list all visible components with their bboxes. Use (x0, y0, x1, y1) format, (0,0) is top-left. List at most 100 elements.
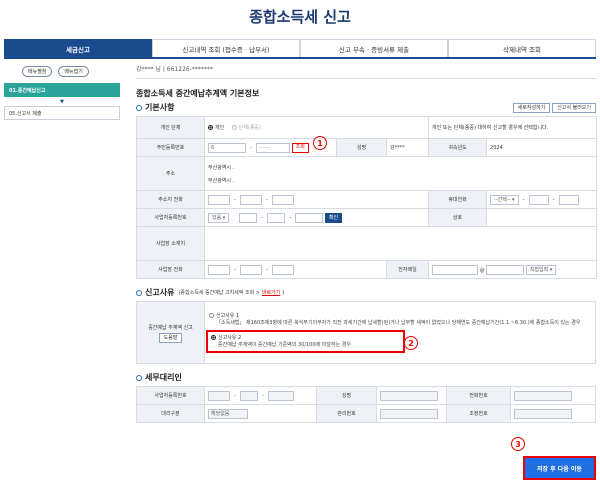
chevron-down-icon: ▾ (549, 266, 553, 273)
tab-attachments[interactable]: 신고 부속 · 증빙서류 제출 (300, 39, 448, 57)
callout-badge-1: 1 (313, 136, 327, 150)
step-arrow-icon: ▼ (60, 99, 64, 105)
help-button[interactable]: 도움말 (158, 333, 183, 343)
radio-individual[interactable] (208, 125, 213, 130)
rrn-label: 주민등록번호 (136, 138, 205, 157)
reason-table: 중간예납 추계액 신고 도움말 신고사유 1 「소득세법」 제160조제3항에 … (136, 301, 596, 364)
email-at: @ (479, 267, 485, 273)
reason2-highlight: 신고사유 2 중간예납 추계액이 중간예납 기준액의 30/100에 미달하는 … (206, 330, 405, 353)
bizno-3[interactable] (295, 212, 324, 223)
sidebar-step-interim[interactable]: 01.중간예납신고 (4, 83, 120, 97)
reason1-text: 「소득세법」 제160조제3항에 따른 복식부기의무자가 직전 과세기간에 납세… (216, 320, 581, 326)
agent-type-label: 대리구분 (136, 404, 205, 423)
biz-location-value (203, 226, 598, 261)
bizno-select[interactable]: 있음 ▾ (208, 212, 230, 223)
menu-collapse-button[interactable]: 메뉴접기 (58, 66, 89, 77)
radio-reason-2[interactable] (211, 335, 216, 340)
radio-group[interactable] (231, 125, 237, 130)
email-domain-select[interactable]: 직접입력 ▾ (525, 264, 557, 275)
user-name: 강**** 님 (136, 66, 161, 73)
home-phone-label: 주소지 전화 (136, 190, 205, 209)
agent-type-field: 해당없음 (208, 408, 248, 419)
agent-phone-label: 전화번호 (446, 386, 511, 405)
rrn-first-input[interactable]: 6 (208, 142, 246, 153)
year-label: 귀속년도 (428, 138, 488, 157)
form-title: 종합소득세 중간예납추계액 기본정보 (136, 89, 260, 98)
individual-note: 개인 또는 단체(종중) 대하여 신고할 경우에 선택합니다. (428, 116, 598, 139)
section-bullet-icon (136, 289, 142, 296)
page-title: 종합소득세 신고 (249, 8, 351, 26)
agent-phone-field (514, 390, 572, 401)
biz-location-label: 사업장 소재지 (136, 226, 205, 261)
user-id-number: 661226-******* (166, 66, 213, 73)
callout-badge-3: 3 (511, 437, 525, 451)
agent-name-label: 성명 (316, 386, 377, 405)
rrn-lookup-button[interactable]: 조회 (291, 142, 309, 153)
home-phone-3[interactable] (272, 194, 294, 205)
bizno-label: 사업자등록번호 (136, 208, 205, 227)
agent-name-field (380, 390, 438, 401)
bizno-confirm-button[interactable]: 확인 (324, 212, 343, 223)
bizno-1[interactable] (239, 212, 258, 223)
biz-phone-1[interactable] (208, 264, 230, 275)
agent-bizno-3 (268, 390, 294, 401)
agent-adjust-label: 조정번호 (446, 404, 511, 423)
agent-mgmt-field (380, 408, 438, 419)
main-content: 강**** 님 | 661226-******* 종합소득세 중간예납추계액 기… (136, 64, 598, 423)
reason-section-title: 신고사유 (종합소득세 중간예납 고지세액 조회 > 바로가기 ) (136, 287, 284, 298)
menu-expand-button[interactable]: 메뉴펼침 (22, 66, 53, 77)
trade-name-value (486, 208, 598, 227)
section-bullet-icon (136, 374, 142, 381)
email-domain-input[interactable] (486, 264, 525, 275)
tab-tax-filing[interactable]: 세금신고 (4, 39, 152, 57)
email-id-input[interactable] (432, 264, 479, 275)
biz-phone-label: 사업장 전화 (136, 260, 205, 279)
reason-sub-note: (종합소득세 중간예납 고지세액 조회 > (178, 290, 260, 296)
reason-row-label: 중간예납 추계액 신고 도움말 (136, 301, 205, 364)
biz-phone-2[interactable] (240, 264, 262, 275)
basic-section-title: 기본사항 (136, 102, 174, 113)
new-form-button[interactable]: 새로작성하기 (512, 103, 551, 113)
agent-adjust-field (514, 408, 572, 419)
mobile-2[interactable] (528, 194, 549, 205)
agent-bizno-2 (240, 390, 258, 401)
chevron-down-icon: ▾ (222, 214, 226, 221)
address-label: 주소 (136, 156, 205, 191)
agent-bizno-label: 사업자등록번호 (136, 386, 205, 405)
agent-section-title: 세무대리인 (136, 372, 182, 383)
tab-deleted-history[interactable]: 삭제내역 조회 (448, 39, 596, 57)
name-value: 강**** (385, 138, 430, 157)
reason2-text: 중간예납 추계액이 중간예납 기준액의 30/100에 미달하는 경우 (218, 342, 351, 348)
agent-bizno-1 (208, 390, 230, 401)
sidebar-step-submit[interactable]: 05.신고서 제출 (4, 106, 120, 120)
callout-badge-2: 2 (404, 336, 418, 350)
load-form-button[interactable]: 신고서 불러오기 (552, 103, 596, 113)
home-phone-1[interactable] (208, 194, 230, 205)
name-label: 성명 (336, 138, 387, 157)
year-value: 2024 (486, 138, 598, 157)
radio-reason-1[interactable] (209, 313, 214, 318)
email-label: 전자메일 (385, 260, 430, 279)
reason-sub-close: ) (282, 289, 285, 296)
address-line1: 부산광역시 . (208, 164, 235, 171)
rrn-second-input[interactable]: ······· (256, 142, 290, 153)
shortcut-link[interactable]: 바로가기 (262, 289, 280, 296)
user-info: 강**** 님 | 661226-******* (136, 66, 213, 73)
mobile-3[interactable] (558, 194, 579, 205)
biz-phone-3[interactable] (272, 264, 294, 275)
individual-label: 개인 단체 (136, 116, 205, 139)
bizno-2[interactable] (267, 212, 286, 223)
address-line2: 부산광역시 . (208, 177, 235, 184)
mobile-select[interactable]: --선택-- ▾ (490, 194, 519, 205)
save-and-next-button[interactable]: 저장 후 다음 이동 (523, 456, 596, 480)
agent-table: 사업자등록번호 -- 성명 전화번호 대리구분 해당없음 관리번호 조정번호 (136, 386, 596, 423)
chevron-down-icon: ▾ (512, 196, 515, 203)
main-tabs: 세금신고 신고내역 조회 (접수증 · 납부서) 신고 부속 · 증빙서류 제출… (4, 39, 596, 59)
trade-name-label: 상호 (428, 208, 488, 227)
section-bullet-icon (136, 104, 142, 111)
basic-info-table: 개인 단체 개인 단체(종중) 개인 또는 단체(종중) 대하여 신고할 경우에… (136, 116, 598, 279)
home-phone-2[interactable] (240, 194, 262, 205)
agent-mgmt-label: 관리번호 (316, 404, 377, 423)
tab-filing-history[interactable]: 신고내역 조회 (접수증 · 납부서) (152, 39, 300, 57)
sidebar: 메뉴펼침 메뉴접기 01.중간예납신고 ▼ 05.신고서 제출 (4, 66, 120, 122)
